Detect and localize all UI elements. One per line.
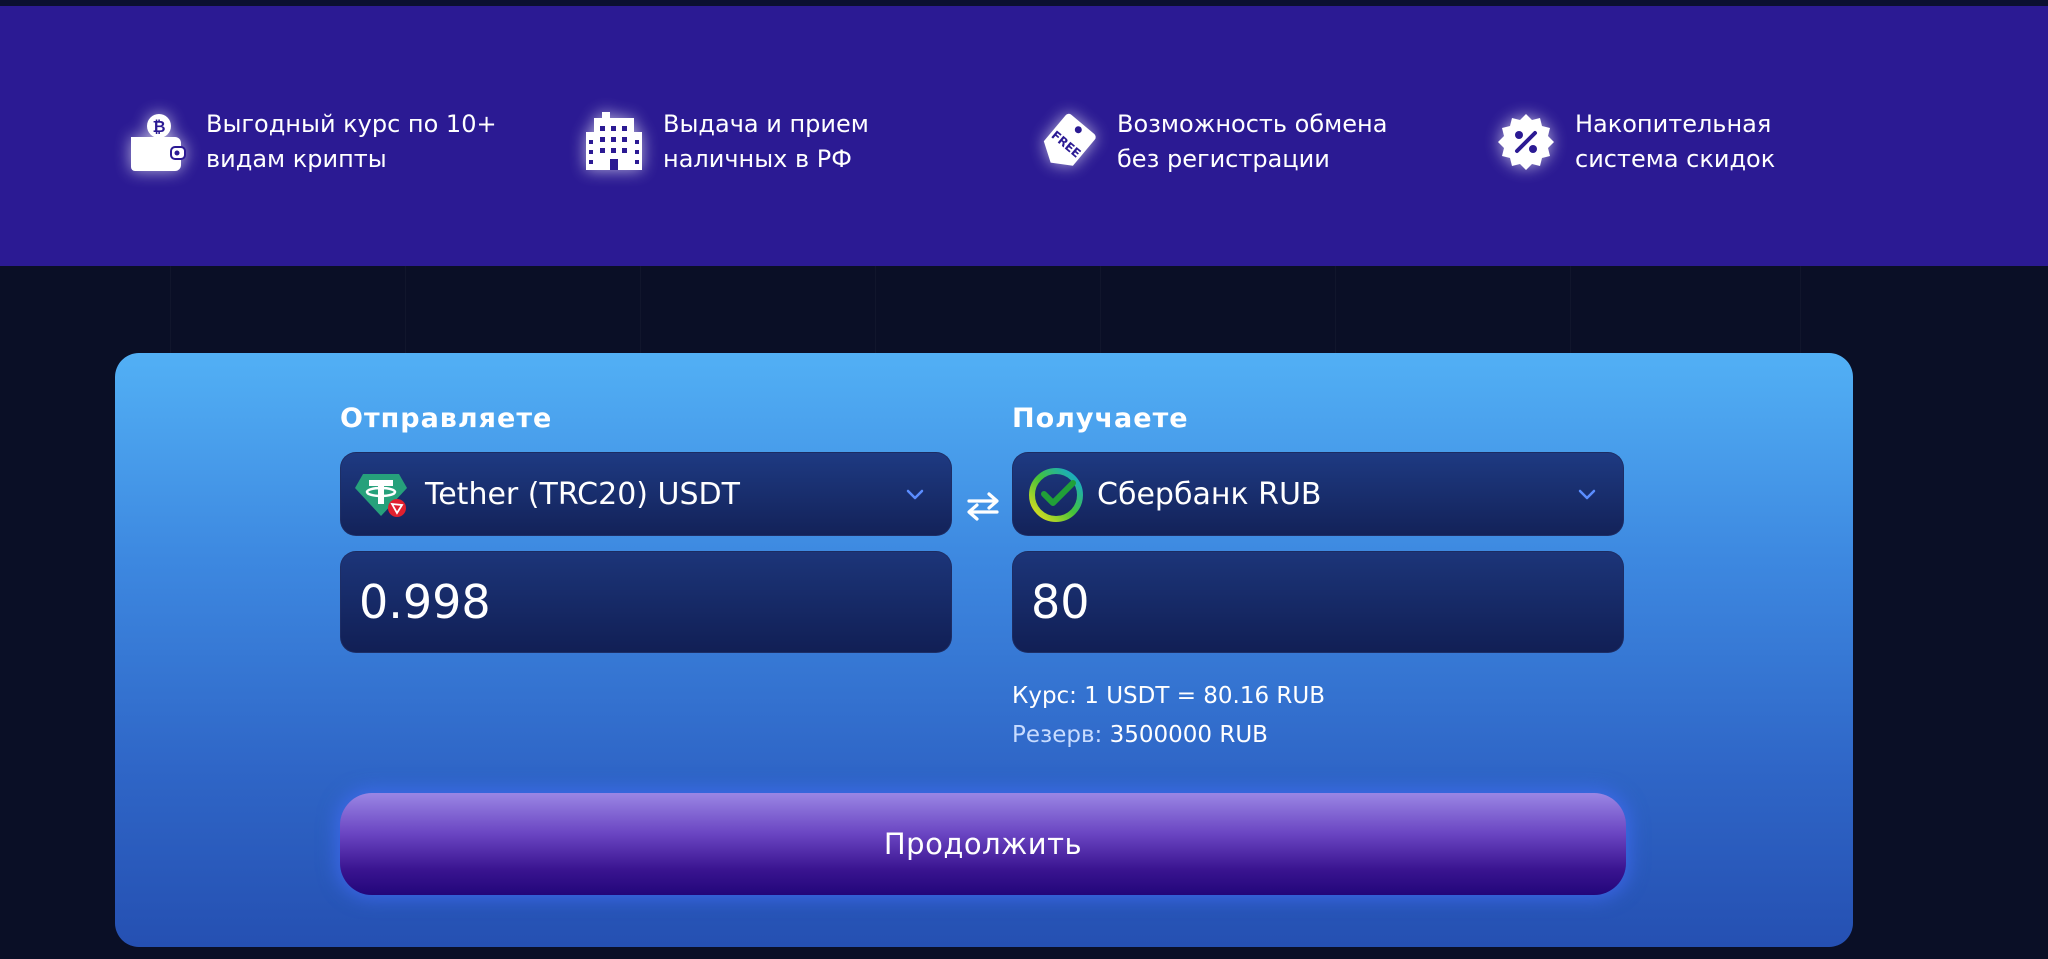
receive-amount-input[interactable]: 80 — [1012, 551, 1624, 653]
send-label: Отправляете — [340, 403, 553, 434]
feature-text-rate: Выгодный курс по 10+ видам крипты — [206, 110, 497, 173]
send-currency-select[interactable]: Tether (TRC20) USDT — [340, 452, 952, 536]
feature-text-cash: Выдача и прием наличных в РФ — [663, 110, 869, 173]
receive-label: Получаете — [1012, 403, 1189, 434]
sberbank-icon — [1027, 466, 1083, 522]
bitcoin-wallet-icon: ₿ — [124, 109, 190, 175]
bg-stripe — [640, 266, 641, 356]
feature-item-cash: Выдача и прием наличных в РФ — [581, 102, 869, 182]
bg-stripe — [1800, 266, 1801, 356]
bg-stripe — [170, 266, 171, 356]
discount-badge-icon — [1493, 109, 1559, 175]
tether-trc20-icon — [355, 466, 411, 522]
free-tag-icon: FREE — [1035, 109, 1101, 175]
svg-text:₿: ₿ — [152, 117, 165, 136]
chevron-down-icon[interactable] — [1575, 482, 1599, 506]
feature-item-discounts: Накопительная система скидок — [1493, 102, 1775, 182]
feature-item-no-registration: FREE Возможность обмена без регистрации — [1035, 102, 1387, 182]
receive-currency-select[interactable]: Сбербанк RUB — [1012, 452, 1624, 536]
exchange-rate-text: Курс: 1 USDT = 80.16 RUB — [1012, 683, 1326, 709]
building-icon — [581, 109, 647, 175]
reserve-value: 3500000 RUB — [1109, 722, 1268, 748]
features-band: ₿ Выгодный курс по 10+ видам крипты Выда… — [0, 6, 2048, 266]
feature-text-no-registration: Возможность обмена без регистрации — [1117, 110, 1388, 173]
swap-arrows-icon[interactable] — [963, 488, 1003, 524]
feature-item-rate: ₿ Выгодный курс по 10+ видам крипты — [124, 102, 497, 182]
bg-stripe — [1335, 266, 1336, 356]
send-amount-input[interactable]: 0.998 — [340, 551, 952, 653]
bg-stripe — [405, 266, 406, 356]
continue-button[interactable]: Продолжить — [340, 793, 1626, 895]
reserve-label: Резерв: — [1012, 722, 1103, 748]
bg-stripe — [1100, 266, 1101, 356]
bg-stripe — [1570, 266, 1571, 356]
send-currency-name: Tether (TRC20) USDT — [425, 476, 740, 512]
reserve-text: Резерв: 3500000 RUB — [1012, 722, 1268, 748]
feature-text-discounts: Накопительная система скидок — [1575, 110, 1776, 173]
receive-currency-name: Сбербанк RUB — [1097, 476, 1322, 512]
chevron-down-icon[interactable] — [903, 482, 927, 506]
bg-stripe — [875, 266, 876, 356]
